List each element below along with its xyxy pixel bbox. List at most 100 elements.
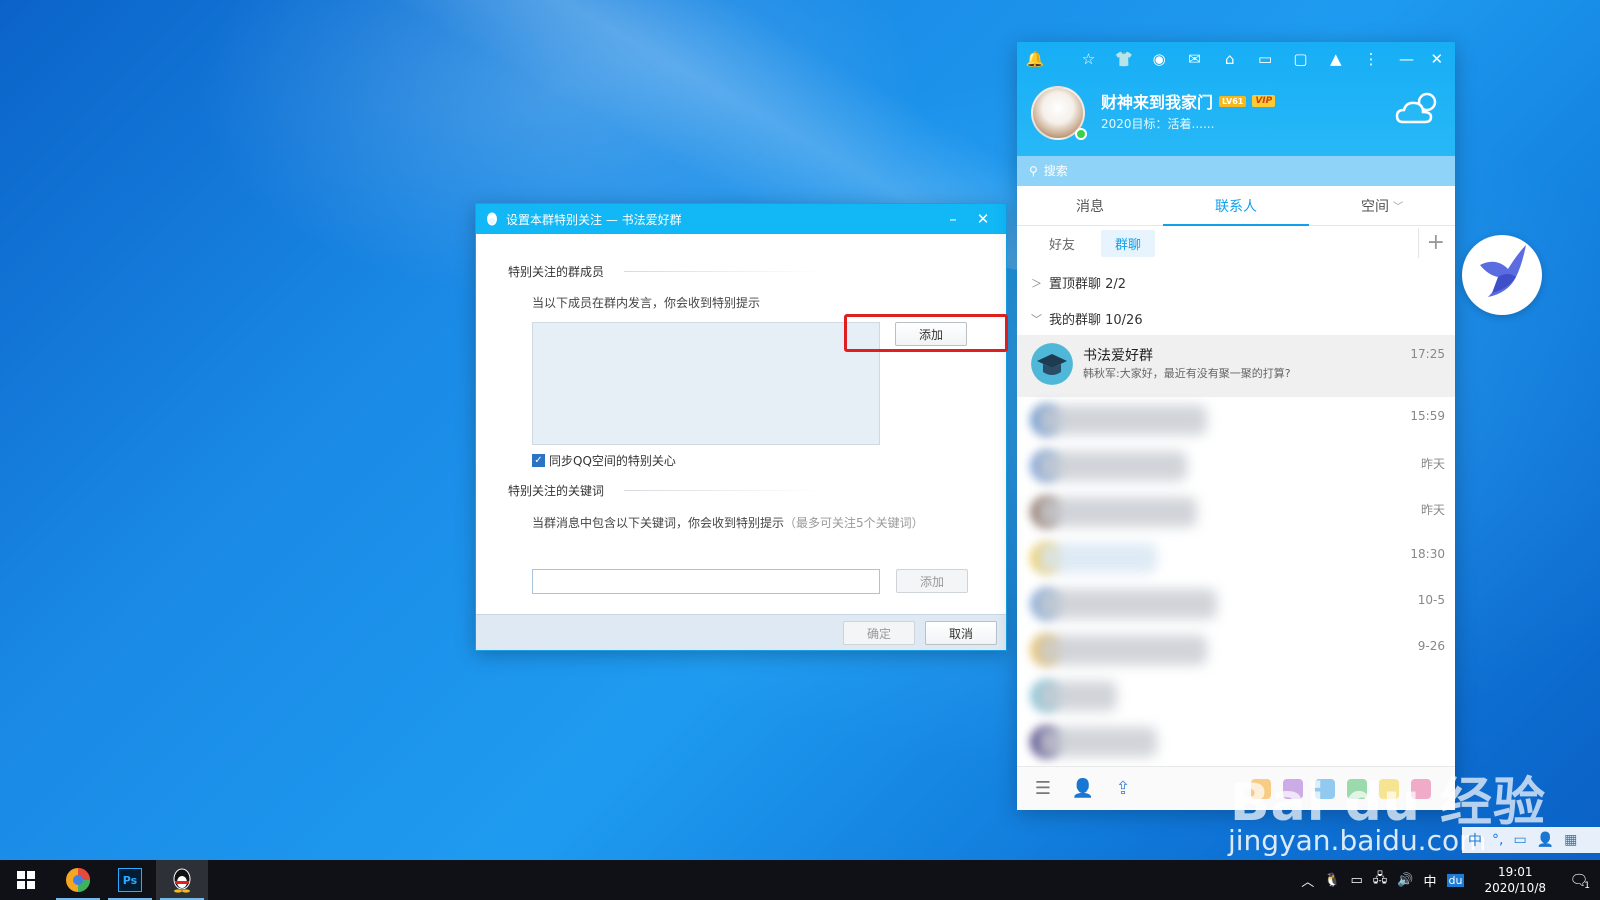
grid-icon[interactable]: ▦ (1564, 832, 1577, 848)
signature[interactable]: 2020目标：活着...... (1101, 115, 1214, 132)
contact-time: 17:25 (1410, 347, 1445, 361)
clock-time: 19:01 (1497, 865, 1533, 879)
contact-list: 书法爱好群 韩秋军:大家好，最近有没有聚一聚的打算? 17:25 15:59 昨… (1017, 335, 1455, 765)
level-badge[interactable]: LV61 (1219, 95, 1247, 107)
medal-icon[interactable]: ◉ (1149, 48, 1169, 70)
weather-icon[interactable] (1393, 88, 1443, 128)
taskbar: Ps ︿ 🐧 ▭ 🖧 🔊 中 du 19:01 2020/10/8 🗨 1 (0, 860, 1600, 900)
user-icon[interactable]: 👤 (1537, 832, 1554, 848)
close-icon[interactable]: ✕ (1427, 48, 1447, 70)
chevron-down-icon: ﹀ (1393, 202, 1403, 213)
list-item[interactable] (1017, 673, 1455, 719)
search-input[interactable] (1043, 164, 1404, 178)
subtab-friends[interactable]: 好友 (1035, 230, 1089, 257)
volume-icon[interactable]: 🔊 (1397, 873, 1413, 888)
group-pinned-label: 置顶群聊 2/2 (1049, 277, 1127, 292)
taskbar-photoshop[interactable]: Ps (104, 860, 156, 900)
mail-icon[interactable]: ✉ (1184, 48, 1204, 70)
add-keyword-button[interactable]: 添加 (896, 569, 968, 593)
contact-time: 昨天 (1420, 457, 1445, 471)
dialog-title: 设置本群特别关注 — 书法爱好群 (506, 212, 682, 227)
blurred-content (1037, 589, 1217, 619)
list-item[interactable] (1017, 719, 1455, 765)
add-member-button[interactable]: 添加 (895, 322, 967, 346)
baidu-tray-icon[interactable]: du (1446, 873, 1465, 887)
chevron-up-icon[interactable]: ︿ (1301, 871, 1314, 890)
taskbar-browser[interactable] (52, 860, 104, 900)
group-mine-header[interactable]: ﹀ 我的群聊 10/26 (1031, 309, 1143, 329)
blurred-content (1037, 635, 1207, 665)
dialog-titlebar[interactable]: 设置本群特别关注 — 书法爱好群 – ✕ (476, 204, 1006, 234)
clock[interactable]: 19:01 2020/10/8 (1474, 864, 1556, 896)
close-button[interactable]: ✕ (968, 204, 998, 234)
section-divider (624, 490, 824, 491)
nickname[interactable]: 财神来到我家门 (1101, 89, 1213, 113)
qq-tray-icon[interactable]: 🐧 (1324, 873, 1340, 888)
add-icon[interactable]: + (1417, 228, 1445, 258)
sync-qzone-label: 同步QQ空间的特别关心 (549, 454, 676, 468)
list-item[interactable]: 昨天 (1017, 443, 1455, 489)
tab-space[interactable]: 空间 ﹀ (1309, 186, 1455, 225)
network-icon[interactable]: 🖧 (1373, 869, 1388, 891)
tab-messages[interactable]: 消息 (1017, 186, 1163, 225)
browser-icon (66, 868, 90, 892)
blurred-content (1037, 405, 1207, 435)
list-item[interactable]: 书法爱好群 韩秋军:大家好，最近有没有聚一聚的打算? 17:25 (1017, 335, 1455, 397)
wallet-icon[interactable]: ▭ (1255, 48, 1275, 70)
sub-tabs: 好友 群聊 (1017, 228, 1455, 258)
floating-bird-widget[interactable] (1462, 235, 1542, 315)
ime-indicator[interactable]: 中 (1423, 871, 1436, 890)
file-icon[interactable]: ⇪ (1111, 777, 1135, 801)
sync-qzone-row[interactable]: ✓ 同步QQ空间的特别关心 (532, 452, 676, 469)
menu-icon[interactable]: ☰ (1031, 777, 1055, 801)
tab-contacts[interactable]: 联系人 (1163, 186, 1309, 226)
qq-main-panel: 🔔 ☆ 👕 ◉ ✉ ⌂ ▭ ▢ ▲ ⋮ — ✕ 财神来到我家门 LV61 VIP… (1017, 42, 1455, 810)
list-item[interactable]: 18:30 (1017, 535, 1455, 581)
search-bar[interactable]: ⚲ (1017, 156, 1455, 186)
ok-button[interactable]: 确定 (843, 621, 915, 645)
start-button[interactable] (0, 860, 52, 900)
triangle-icon[interactable]: ▲ (1326, 48, 1346, 70)
shirt-icon[interactable]: 👕 (1114, 48, 1134, 70)
punctuation-icon[interactable]: °, (1492, 832, 1503, 848)
section-members-title: 特别关注的群成员 (508, 265, 605, 279)
star-icon[interactable]: ☆ (1078, 48, 1098, 70)
section-keywords-title: 特别关注的关键词 (508, 484, 605, 498)
add-friend-icon[interactable]: 👤 (1071, 777, 1095, 801)
group-mine-label: 我的群聊 10/26 (1049, 313, 1143, 328)
bell-icon[interactable]: 🔔 (1025, 48, 1045, 70)
keywords-hint: 当群消息中包含以下关键词，你会收到特别提示（最多可关注5个关键词） (532, 514, 924, 531)
qq-toolbar: 🔔 ☆ 👕 ◉ ✉ ⌂ ▭ ▢ ▲ ⋮ — ✕ (1017, 42, 1455, 76)
qq-header: 🔔 ☆ 👕 ◉ ✉ ⌂ ▭ ▢ ▲ ⋮ — ✕ 财神来到我家门 LV61 VIP… (1017, 42, 1455, 156)
contact-last-message: 韩秋军:大家好，最近有没有聚一聚的打算? (1083, 367, 1291, 380)
keyword-input[interactable] (532, 569, 880, 594)
vip-badge[interactable]: VIP (1252, 95, 1276, 107)
ime-icon[interactable]: 中 (1468, 830, 1482, 850)
more-icon[interactable]: ⋮ (1361, 48, 1381, 70)
blurred-content (1037, 681, 1117, 711)
photoshop-icon: Ps (118, 868, 142, 892)
list-item[interactable]: 10-5 (1017, 581, 1455, 627)
taskbar-qq[interactable] (156, 860, 208, 900)
notification-icon[interactable]: 🗨 1 (1566, 867, 1592, 893)
battery-icon[interactable]: ▭ (1351, 873, 1363, 888)
sync-qzone-checkbox[interactable]: ✓ (532, 454, 545, 467)
subtab-groups[interactable]: 群聊 (1101, 229, 1156, 257)
member-list[interactable] (532, 322, 880, 445)
list-item[interactable]: 昨天 (1017, 489, 1455, 535)
contact-time: 昨天 (1420, 503, 1445, 517)
cancel-button[interactable]: 取消 (925, 621, 997, 645)
blurred-content (1037, 451, 1187, 481)
keyboard-icon[interactable]: ▭ (1513, 832, 1526, 848)
group-pinned-header[interactable]: ＞ 置顶群聊 2/2 (1031, 273, 1127, 293)
clock-date: 2020/10/8 (1484, 881, 1546, 895)
keywords-limit-note: （最多可关注5个关键词） (784, 516, 924, 530)
list-item[interactable]: 15:59 (1017, 397, 1455, 443)
bag-icon[interactable]: ▢ (1290, 48, 1310, 70)
online-status-icon[interactable] (1075, 128, 1087, 140)
list-item[interactable]: 9-26 (1017, 627, 1455, 673)
minimize-button[interactable]: – (938, 204, 968, 234)
qq-penguin-icon (173, 868, 191, 893)
gift-icon[interactable]: ⌂ (1220, 48, 1240, 70)
minimize-icon[interactable]: — (1396, 48, 1416, 70)
